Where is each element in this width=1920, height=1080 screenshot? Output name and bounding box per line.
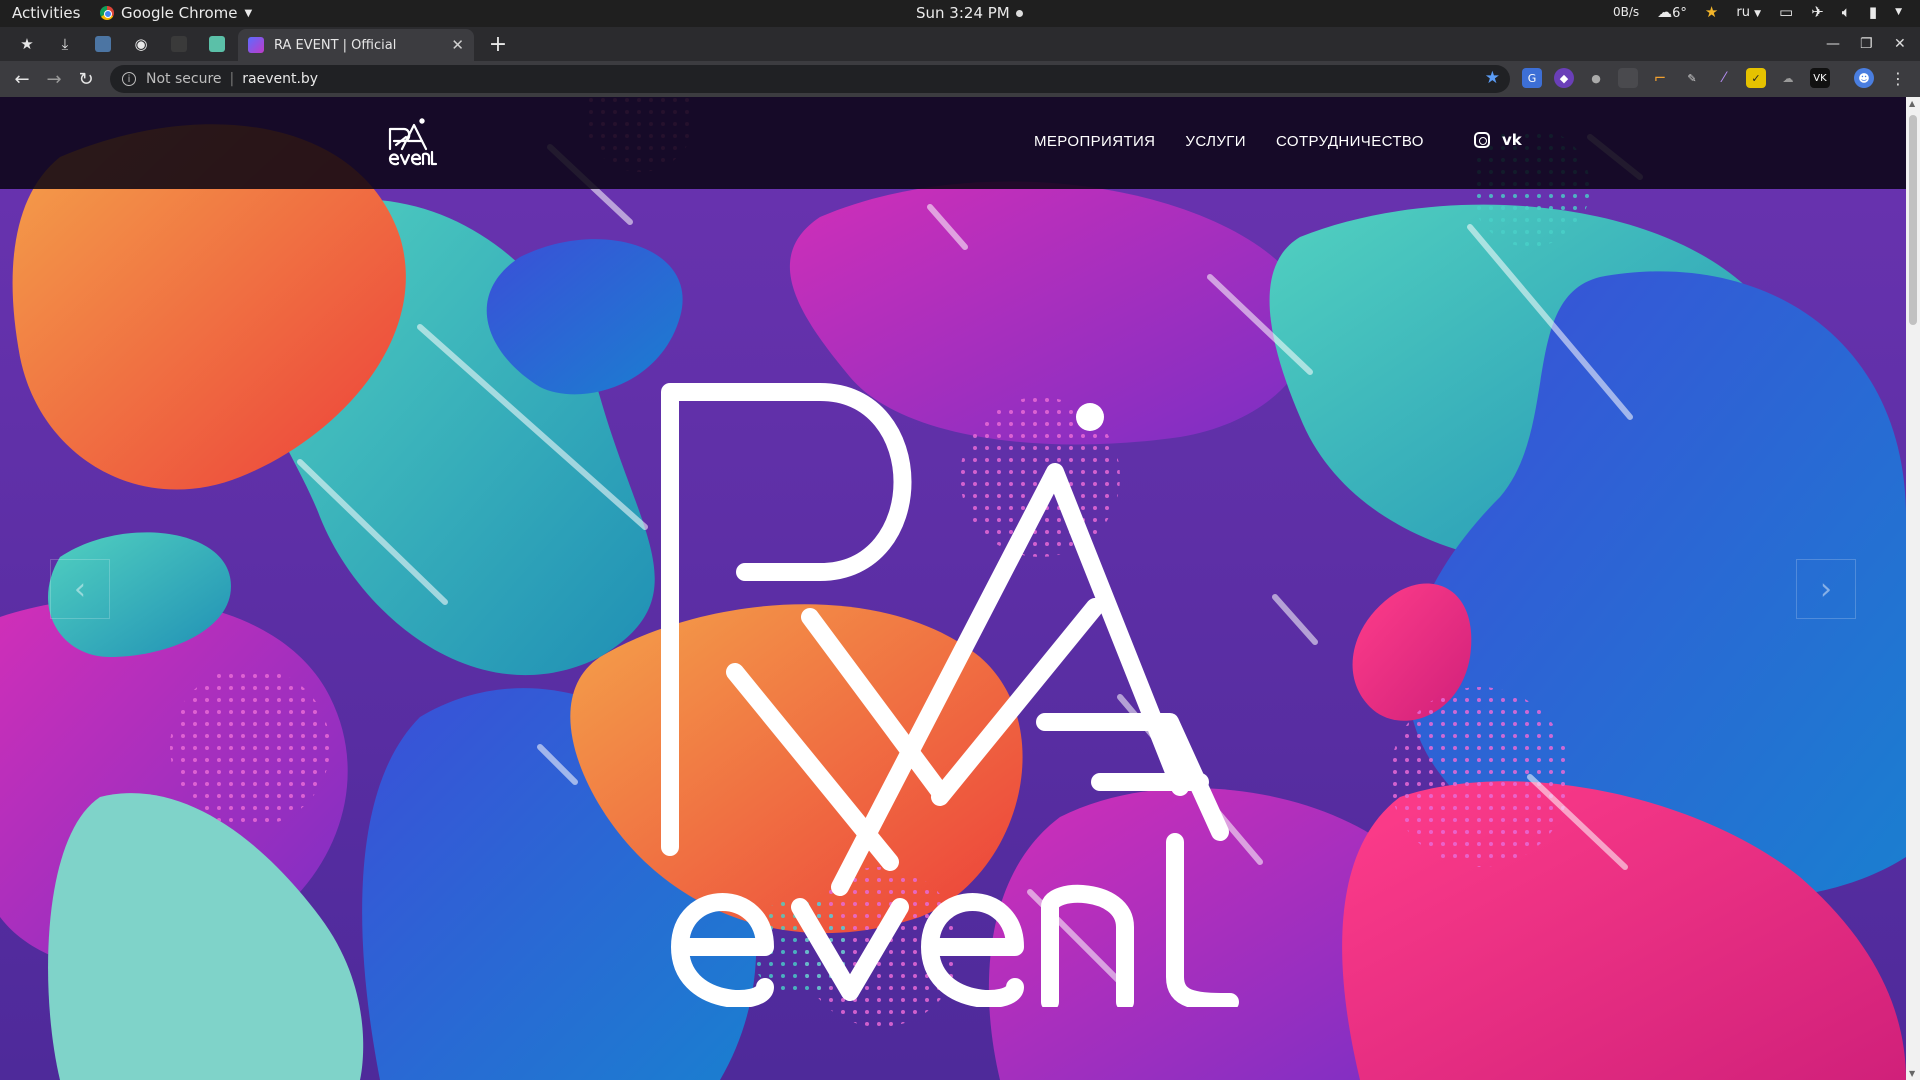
weather-temp: 6°: [1672, 6, 1687, 21]
chevron-left-icon: ‹: [74, 571, 86, 607]
reload-icon[interactable]: ↻: [72, 61, 100, 97]
purple-extension-icon[interactable]: ◆: [1554, 68, 1574, 88]
tab-title: RA EVENT | Official: [274, 37, 397, 53]
battery-icon[interactable]: ▮: [1869, 3, 1877, 21]
caret-down-icon: ▼: [1754, 8, 1762, 19]
clock-text: Sun 3:24 PM: [916, 4, 1010, 22]
browser-toolbar: ← → ↻ i Not secure | raevent.by ★ G ◆ ● …: [0, 61, 1920, 97]
hero-logo: [661, 383, 1239, 1007]
cloud-extension-icon[interactable]: ☁: [1778, 68, 1798, 88]
instagram-icon[interactable]: [1474, 132, 1490, 148]
green-favicon-icon: [209, 36, 225, 52]
vk-icon[interactable]: vk: [1502, 131, 1522, 149]
back-icon[interactable]: ←: [8, 61, 36, 97]
close-window-icon[interactable]: ✕: [1894, 27, 1906, 61]
os-top-bar: Activities Google Chrome ▼ Sun 3:24 PM 0…: [0, 0, 1920, 27]
yellow-extension-icon[interactable]: ✓: [1746, 68, 1766, 88]
orange-extension-icon[interactable]: ⌐: [1650, 68, 1670, 88]
ra-favicon-icon: [248, 37, 264, 53]
net-speed[interactable]: 0B/s: [1613, 5, 1639, 19]
separator: |: [229, 71, 235, 87]
slider-next-button[interactable]: ›: [1796, 559, 1856, 619]
close-icon[interactable]: ✕: [451, 36, 464, 54]
gray-extension-icon[interactable]: ●: [1586, 68, 1606, 88]
app-name: Google Chrome: [121, 4, 238, 22]
url-text: raevent.by: [242, 71, 319, 87]
dark-favicon-icon: [171, 36, 187, 52]
site-nav: МЕРОПРИЯТИЯ УСЛУГИ СОТРУДНИЧЕСТВО: [1034, 133, 1424, 150]
caret-down-icon[interactable]: ▼: [1895, 7, 1902, 17]
site-logo-icon[interactable]: [384, 115, 440, 171]
nav-cooperation[interactable]: СОТРУДНИЧЕСТВО: [1276, 133, 1424, 150]
weather-indicator[interactable]: ☁6°: [1657, 3, 1687, 21]
display-icon[interactable]: ▭: [1779, 3, 1793, 21]
notification-dot-icon: [1015, 9, 1023, 17]
social-links: vk: [1474, 131, 1522, 149]
star-indicator-icon[interactable]: ★: [1705, 3, 1718, 21]
cloud-icon: ☁: [1657, 3, 1673, 21]
vk-favicon-icon: [95, 36, 111, 52]
pinned-tab-green[interactable]: [198, 27, 236, 61]
airplane-icon[interactable]: ✈: [1811, 3, 1824, 21]
feather-extension-icon[interactable]: ⁄: [1714, 68, 1734, 88]
tab-ra-event[interactable]: RA EVENT | Official ✕: [238, 29, 474, 61]
clock[interactable]: Sun 3:24 PM: [916, 4, 1023, 22]
scroll-up-icon[interactable]: ▲: [1909, 99, 1915, 108]
page-scrollbar[interactable]: ▲ ▼: [1906, 97, 1920, 1080]
new-tab-button[interactable]: +: [486, 27, 510, 61]
profile-avatar-icon[interactable]: ☻: [1854, 68, 1874, 88]
star-icon: ★: [20, 35, 34, 53]
pinned-tab-web[interactable]: ◉: [122, 27, 160, 61]
chrome-icon: [100, 6, 114, 20]
minimize-icon[interactable]: —: [1826, 27, 1840, 61]
app-menu[interactable]: Google Chrome ▼: [100, 4, 252, 22]
system-tray: 0B/s ☁6° ★ ru ▼ ▭ ✈ 🔈︎ ▮ ▼: [1613, 3, 1902, 21]
slider-prev-button[interactable]: ‹: [50, 559, 110, 619]
pinned-tab-downloads[interactable]: ⤓: [46, 27, 84, 61]
blue-badge-extension-icon[interactable]: ✎: [1682, 68, 1702, 88]
dark-extension-icon[interactable]: [1618, 68, 1638, 88]
menu-kebab-icon[interactable]: ⋮: [1888, 68, 1908, 88]
pinned-tab-bookmarks[interactable]: ★: [8, 27, 46, 61]
caret-down-icon: ▼: [244, 7, 253, 19]
activities-button[interactable]: Activities: [12, 4, 80, 22]
download-icon: ⤓: [61, 35, 69, 53]
site-header: МЕРОПРИЯТИЯ УСЛУГИ СОТРУДНИЧЕСТВО vk: [0, 97, 1906, 189]
globe-icon: ◉: [134, 35, 148, 53]
bookmark-star-icon[interactable]: ★: [1485, 68, 1500, 88]
pinned-tab-vk[interactable]: [84, 27, 122, 61]
language-indicator[interactable]: ru ▼: [1736, 5, 1761, 20]
chevron-right-icon: ›: [1820, 571, 1832, 607]
info-icon[interactable]: i: [122, 72, 136, 86]
pinned-tab-dark[interactable]: [160, 27, 198, 61]
tab-strip: ★ ⤓ ◉ RA EVENT | Official ✕ + — ❐ ✕: [0, 27, 1920, 61]
address-bar[interactable]: i Not secure | raevent.by ★: [110, 65, 1510, 93]
volume-icon[interactable]: 🔈︎: [1842, 3, 1851, 21]
forward-icon[interactable]: →: [40, 61, 68, 97]
nav-events[interactable]: МЕРОПРИЯТИЯ: [1034, 133, 1155, 150]
security-label: Not secure: [146, 71, 222, 87]
language-text: ru: [1736, 4, 1750, 20]
restore-icon[interactable]: ❐: [1860, 27, 1873, 61]
scroll-down-icon[interactable]: ▼: [1909, 1069, 1915, 1078]
scrollbar-thumb[interactable]: [1909, 115, 1917, 325]
web-page: МЕРОПРИЯТИЯ УСЛУГИ СОТРУДНИЧЕСТВО vk ‹ ›: [0, 97, 1906, 1080]
nav-services[interactable]: УСЛУГИ: [1185, 133, 1246, 150]
vk-extension-icon[interactable]: VK: [1810, 68, 1830, 88]
translate-extension-icon[interactable]: G: [1522, 68, 1542, 88]
